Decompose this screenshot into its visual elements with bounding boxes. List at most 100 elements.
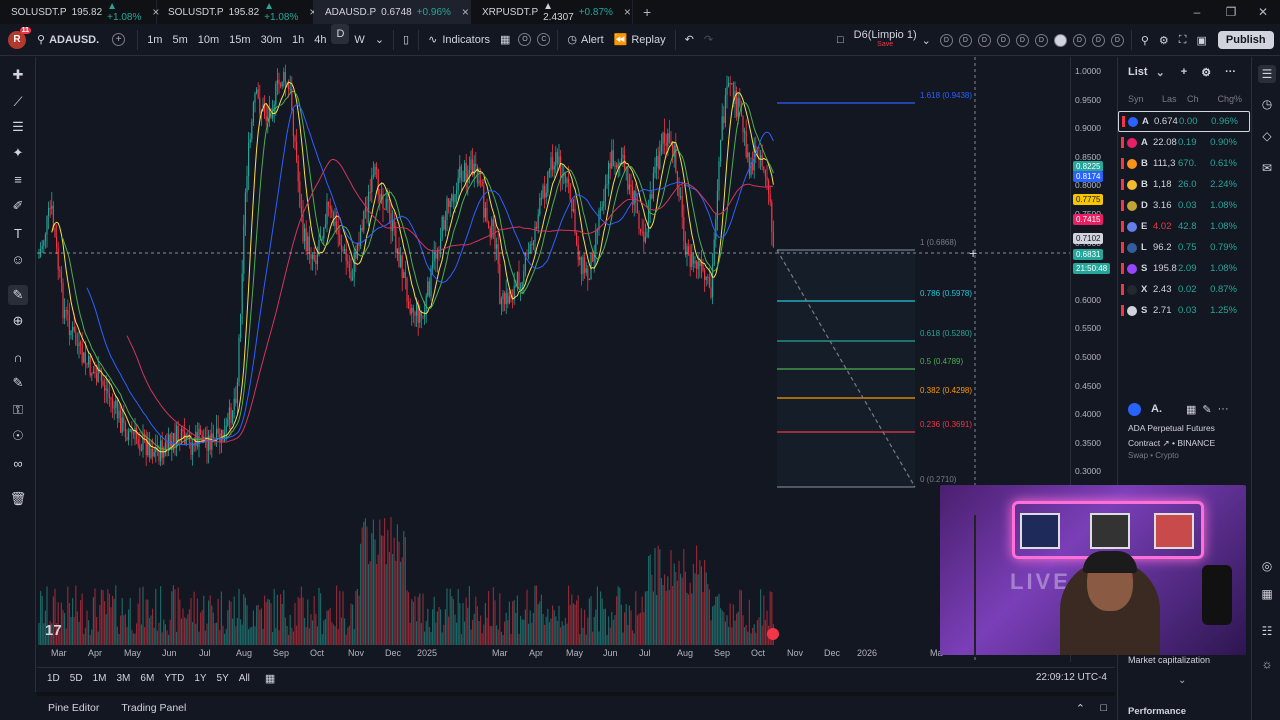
- range-1M[interactable]: 1M: [88, 673, 112, 684]
- compare-button[interactable]: +: [104, 24, 133, 56]
- browser-tab[interactable]: ADAUSD.P 0.6748 +0.96% ×: [314, 0, 471, 24]
- fib-tools-icon[interactable]: ≡: [8, 169, 28, 189]
- col-change-pct[interactable]: Chg%: [1212, 94, 1242, 104]
- chevron-down-icon[interactable]: ⌄: [1156, 66, 1165, 79]
- snapshot-button[interactable]: ▣: [1191, 24, 1211, 56]
- calendar-icon[interactable]: ▦: [1258, 585, 1276, 603]
- interval-10m[interactable]: 10m: [193, 24, 224, 56]
- range-YTD[interactable]: YTD: [159, 673, 189, 684]
- link-icon[interactable]: ∞: [8, 453, 28, 473]
- watchlist-row[interactable]: D 3.16 0.03 1.08%: [1118, 195, 1250, 216]
- interval-4h[interactable]: 4h: [309, 24, 331, 56]
- grid-icon[interactable]: ▦: [1186, 403, 1196, 416]
- close-icon[interactable]: ✕: [1246, 0, 1280, 24]
- watchlist-row[interactable]: S 2.71 0.03 1.25%: [1118, 300, 1250, 321]
- quick-search-button[interactable]: ⚲: [1136, 24, 1154, 56]
- watchlist-settings-icon[interactable]: ⚙: [1201, 66, 1211, 79]
- templates-button[interactable]: ▦: [495, 24, 515, 56]
- layout-slot-8[interactable]: D: [1072, 33, 1086, 47]
- new-tab-button[interactable]: +: [633, 4, 661, 20]
- indicator-o-button[interactable]: O: [518, 33, 532, 46]
- more-icon[interactable]: ···: [1218, 403, 1229, 415]
- crosshair-icon[interactable]: ✚: [8, 65, 28, 85]
- calendar-icon[interactable]: ▦: [265, 672, 275, 685]
- flag-marker[interactable]: [1121, 221, 1124, 232]
- magnet-icon[interactable]: ∩: [8, 347, 28, 367]
- minimize-icon[interactable]: –: [1180, 0, 1214, 24]
- watchlist-row[interactable]: E 4.02 42.8 1.08%: [1118, 216, 1250, 237]
- range-3M[interactable]: 3M: [112, 673, 136, 684]
- undo-button[interactable]: ↶: [680, 24, 699, 56]
- maximize-icon[interactable]: □: [1100, 702, 1107, 714]
- layout-slot-10[interactable]: D: [1110, 33, 1124, 47]
- clock[interactable]: 22:09:12 UTC-4: [1036, 672, 1107, 683]
- pine-editor-tab[interactable]: Pine Editor: [37, 702, 110, 714]
- indicator-c-button[interactable]: C: [537, 33, 551, 46]
- layout-slot-7[interactable]: [1053, 33, 1067, 47]
- interval-D[interactable]: D: [331, 23, 350, 44]
- brush-icon[interactable]: ✐: [8, 196, 28, 216]
- edit-icon[interactable]: ✎: [1202, 403, 1211, 416]
- layers-icon[interactable]: ◇: [1258, 127, 1276, 145]
- range-1D[interactable]: 1D: [42, 673, 65, 684]
- lock-icon[interactable]: ⚿: [8, 400, 28, 420]
- replay-button[interactable]: ⏪ Replay: [609, 24, 671, 56]
- flag-marker[interactable]: [1121, 179, 1124, 190]
- col-symbol[interactable]: Syn: [1128, 94, 1162, 104]
- maximize-icon[interactable]: ❐: [1214, 0, 1248, 24]
- close-icon[interactable]: ×: [462, 5, 469, 19]
- range-5D[interactable]: 5D: [65, 673, 88, 684]
- market-cap-label[interactable]: Market capitalization: [1128, 655, 1210, 665]
- range-6M[interactable]: 6M: [135, 673, 159, 684]
- flag-marker[interactable]: [1121, 137, 1124, 148]
- bell-icon[interactable]: ☼: [1258, 655, 1276, 673]
- watchlist-row[interactable]: X 2.43 0.02 0.87%: [1118, 279, 1250, 300]
- layout-name-button[interactable]: D6(Limpio 1) Save: [849, 24, 922, 56]
- col-last[interactable]: Las: [1162, 94, 1187, 104]
- add-symbol-icon[interactable]: +: [1181, 66, 1187, 78]
- layout-slot-5[interactable]: D: [1015, 33, 1029, 47]
- flag-marker[interactable]: [1121, 242, 1124, 253]
- flag-marker[interactable]: [1121, 284, 1124, 295]
- details-symbol[interactable]: A.: [1151, 403, 1162, 415]
- layout-slot-2[interactable]: D: [958, 33, 972, 47]
- flag-marker[interactable]: [1121, 305, 1124, 316]
- interval-5m[interactable]: 5m: [167, 24, 192, 56]
- interval-dropdown[interactable]: ⌄: [370, 24, 389, 56]
- pattern-icon[interactable]: ✦: [8, 143, 28, 163]
- watchlist-title[interactable]: List: [1128, 66, 1148, 78]
- layout-slot-9[interactable]: D: [1091, 33, 1105, 47]
- layout-slot-6[interactable]: D: [1034, 33, 1048, 47]
- interval-15m[interactable]: 15m: [224, 24, 255, 56]
- flag-marker[interactable]: [1121, 263, 1124, 274]
- chevron-up-icon[interactable]: ⌃: [1076, 702, 1085, 715]
- watchlist-row[interactable]: B 1,18 26.0 2.24%: [1118, 174, 1250, 195]
- trendline-icon[interactable]: ⟋: [8, 92, 28, 112]
- eye-icon[interactable]: ☉: [8, 426, 28, 446]
- watchlist-row[interactable]: A 0.674 0.00 0.96%: [1118, 111, 1250, 132]
- performance-label[interactable]: Performance: [1128, 706, 1186, 717]
- stay-in-drawing-icon[interactable]: ✎: [8, 373, 28, 393]
- trash-icon[interactable]: 🗑: [8, 489, 28, 509]
- watchlist-row[interactable]: L 96.2 0.75 0.79%: [1118, 237, 1250, 258]
- price-chart[interactable]: 1.618 (0.9438) 1 (0.6868) 0.786 (0.5978) 0.…: [37, 57, 1070, 662]
- watchlist-icon[interactable]: ☰: [1258, 65, 1276, 83]
- layout-slot-4[interactable]: D: [996, 33, 1010, 47]
- interval-30m[interactable]: 30m: [256, 24, 287, 56]
- user-avatar[interactable]: R 11: [8, 26, 31, 49]
- indicators-button[interactable]: ∿ Indicators: [423, 24, 495, 56]
- time-axis[interactable]: Mar Apr May Jun Jul Aug Sep Oct Nov Dec 2025 Mar Apr…: [37, 645, 1070, 662]
- external-link-icon[interactable]: ↗: [1163, 438, 1170, 448]
- symbol-search[interactable]: ⚲ ADAUSD.: [32, 24, 104, 56]
- interval-1h[interactable]: 1h: [287, 24, 309, 56]
- layout-select-checkbox[interactable]: □: [832, 24, 849, 56]
- layout-slot-1[interactable]: D: [939, 33, 953, 47]
- range-1Y[interactable]: 1Y: [189, 673, 211, 684]
- more-icon[interactable]: ···: [1225, 66, 1236, 78]
- publish-button[interactable]: Publish: [1217, 31, 1274, 49]
- fullscreen-button[interactable]: ⛶: [1174, 24, 1192, 56]
- chevron-down-icon[interactable]: ⌄: [922, 34, 931, 47]
- chart-type-button[interactable]: ▯: [398, 24, 414, 56]
- exchange-label[interactable]: BINANCE: [1177, 438, 1215, 448]
- horizontal-lines-icon[interactable]: ☰: [8, 117, 28, 137]
